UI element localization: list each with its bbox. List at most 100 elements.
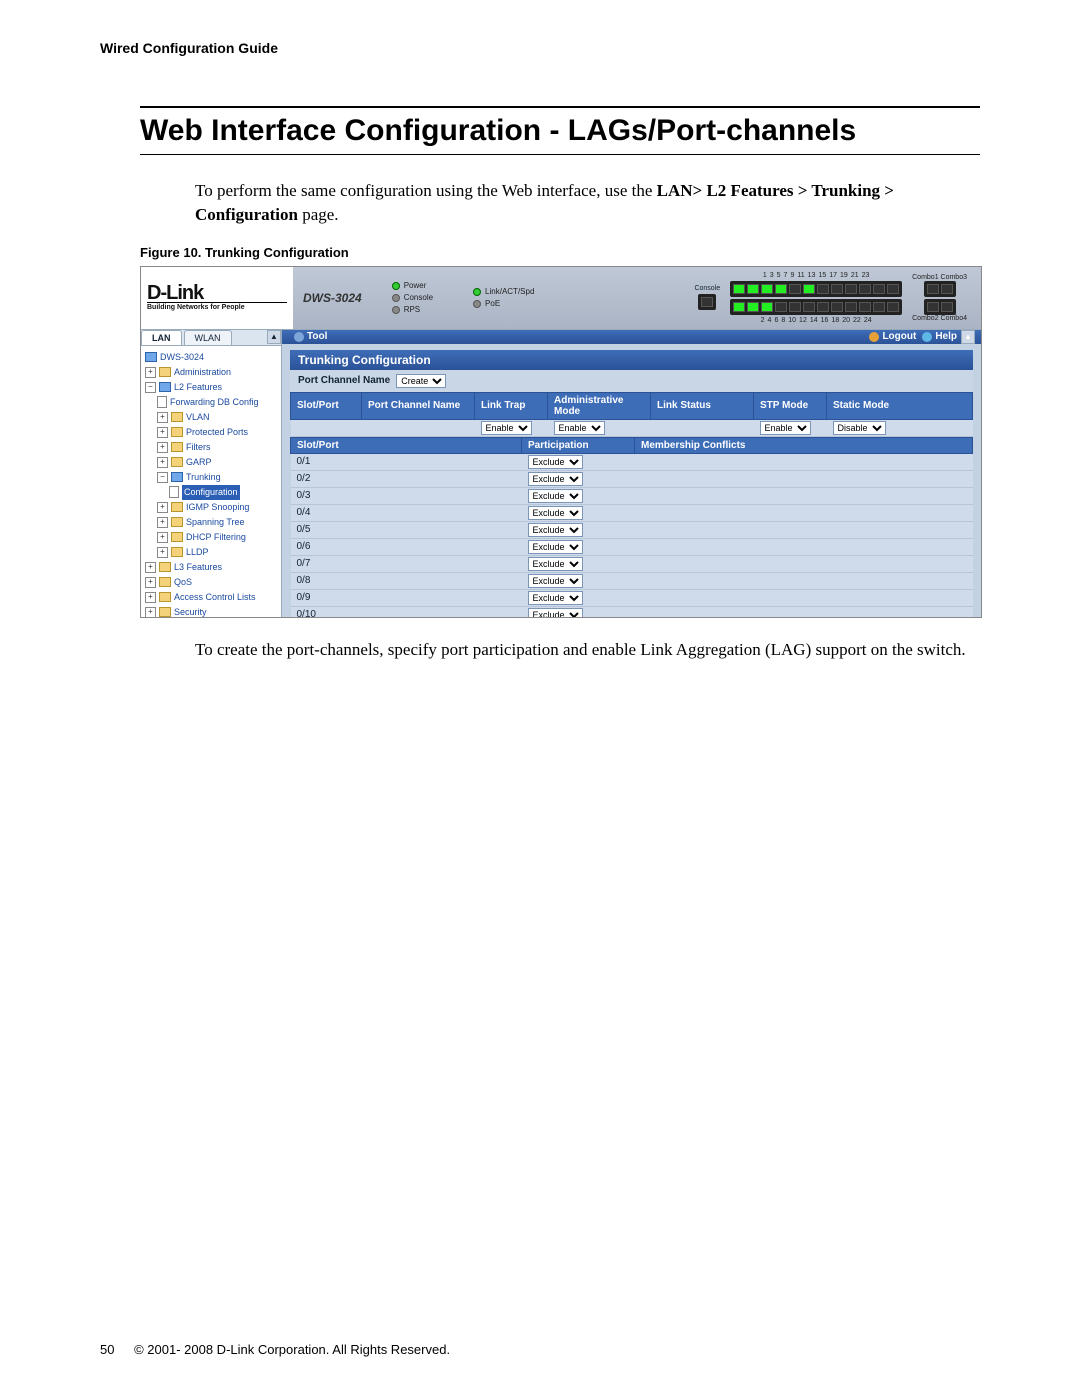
page-footer: 50 © 2001- 2008 D-Link Corporation. All …: [100, 1342, 450, 1357]
scroll-up-icon[interactable]: ▲: [961, 330, 975, 344]
expand-icon[interactable]: +: [145, 367, 156, 378]
eth-port-icon: [817, 302, 829, 312]
admin-mode-select[interactable]: Enable: [554, 421, 605, 435]
cell-membership: [635, 453, 973, 470]
toolbar-logout[interactable]: Logout: [869, 331, 916, 342]
cell-slot: 0/2: [291, 470, 522, 487]
cell-membership: [635, 572, 973, 589]
tree-administration[interactable]: + Administration: [143, 365, 279, 380]
status-leds-2: Link/ACT/Spd PoE: [473, 287, 534, 308]
tab-wlan[interactable]: WLAN: [184, 330, 232, 345]
tree-trunking[interactable]: −Trunking: [143, 470, 279, 485]
expand-icon[interactable]: +: [157, 502, 168, 513]
port-number: 4: [768, 317, 772, 324]
expand-icon[interactable]: +: [157, 427, 168, 438]
combo-port-icon: [941, 302, 953, 312]
participation-select[interactable]: Exclude: [528, 455, 583, 469]
collapse-icon[interactable]: −: [145, 382, 156, 393]
nav-tree: DWS-3024 + Administration −L2 Features Fo…: [141, 346, 281, 618]
expand-icon[interactable]: +: [157, 457, 168, 468]
tree-label: Administration: [174, 365, 231, 380]
tree-trunking-configuration[interactable]: Configuration: [143, 485, 279, 500]
port-number: 24: [864, 317, 872, 324]
combo-top-label: Combo1 Combo3: [912, 274, 967, 281]
th-lstatus: Link Status: [651, 392, 754, 419]
tree-qos[interactable]: +QoS: [143, 575, 279, 590]
folder-icon: [159, 592, 171, 602]
tree-security[interactable]: +Security: [143, 605, 279, 618]
expand-icon[interactable]: +: [145, 607, 156, 618]
participation-select[interactable]: Exclude: [528, 489, 583, 503]
tree-label: Filters: [186, 440, 211, 455]
folder-icon: [171, 472, 183, 482]
toolbar-tool[interactable]: Tool: [294, 331, 327, 342]
eth-port-icon: [887, 284, 899, 294]
tree-filters[interactable]: + Filters: [143, 440, 279, 455]
participation-select[interactable]: Exclude: [528, 608, 583, 618]
eth-port-icon: [733, 302, 745, 312]
logo-tagline: Building Networks for People: [147, 302, 287, 311]
tree-label: Protected Ports: [186, 425, 248, 440]
tab-lan[interactable]: LAN: [141, 330, 182, 345]
expand-icon[interactable]: +: [145, 577, 156, 588]
tree-igmp-snooping[interactable]: +IGMP Snooping: [143, 500, 279, 515]
running-header: Wired Configuration Guide: [100, 40, 980, 56]
expand-icon[interactable]: +: [145, 562, 156, 573]
device-faceplate: DWS-3024 Power Console RPS Link/ACT/Spd …: [293, 267, 981, 329]
tree-label: Forwarding DB Config: [170, 395, 259, 410]
toolbar-help[interactable]: Help: [922, 331, 957, 342]
tree-dhcp-filtering[interactable]: + DHCP Filtering: [143, 530, 279, 545]
tree-root[interactable]: DWS-3024: [143, 350, 279, 365]
static-mode-select[interactable]: Disable: [833, 421, 886, 435]
participation-select[interactable]: Exclude: [528, 506, 583, 520]
scroll-up-icon[interactable]: ▲: [267, 330, 281, 344]
expand-icon[interactable]: +: [157, 532, 168, 543]
tree-acl[interactable]: +Access Control Lists: [143, 590, 279, 605]
cell-slot: 0/9: [291, 589, 522, 606]
port-number: 3: [770, 272, 774, 279]
tree-l2-features[interactable]: −L2 Features: [143, 380, 279, 395]
port-channel-name-select[interactable]: Create: [396, 374, 446, 388]
tree-vlan[interactable]: +VLAN: [143, 410, 279, 425]
tree-label: DWS-3024: [160, 350, 204, 365]
participation-select[interactable]: Exclude: [528, 591, 583, 605]
cell-membership: [635, 589, 973, 606]
expand-icon[interactable]: +: [145, 592, 156, 603]
port-number: 22: [853, 317, 861, 324]
th-pcn: Port Channel Name: [362, 392, 475, 419]
tree-spanning-tree[interactable]: + Spanning Tree: [143, 515, 279, 530]
led-rps-icon: [392, 306, 400, 314]
expand-icon[interactable]: +: [157, 412, 168, 423]
participation-select[interactable]: Exclude: [528, 472, 583, 486]
tree-label: DHCP Filtering: [186, 530, 246, 545]
combo-port-icon: [927, 284, 939, 294]
stp-mode-select[interactable]: Enable: [760, 421, 811, 435]
combo-bot-label: Combo2 Combo4: [912, 315, 967, 322]
participation-select[interactable]: Exclude: [528, 523, 583, 537]
tree-lldp[interactable]: +LLDP: [143, 545, 279, 560]
cell-membership: [635, 470, 973, 487]
screenshot-trunking-config: D-Link Building Networks for People DWS-…: [140, 266, 982, 618]
participation-select[interactable]: Exclude: [528, 574, 583, 588]
participation-select[interactable]: Exclude: [528, 557, 583, 571]
logout-icon: [869, 332, 879, 342]
tree-label: Spanning Tree: [186, 515, 245, 530]
table-row: 0/4Exclude: [291, 504, 973, 521]
tree-protected-ports[interactable]: + Protected Ports: [143, 425, 279, 440]
eth-port-icon: [733, 284, 745, 294]
tree-fdb-config[interactable]: Forwarding DB Config: [143, 395, 279, 410]
tree-garp[interactable]: +GARP: [143, 455, 279, 470]
link-trap-select[interactable]: Enable: [481, 421, 532, 435]
th2-slot: Slot/Port: [291, 437, 522, 453]
expand-icon[interactable]: +: [157, 517, 168, 528]
expand-icon[interactable]: +: [157, 442, 168, 453]
expand-icon[interactable]: +: [157, 547, 168, 558]
participation-select[interactable]: Exclude: [528, 540, 583, 554]
collapse-icon[interactable]: −: [157, 472, 168, 483]
cell-membership: [635, 606, 973, 618]
folder-icon: [171, 427, 183, 437]
table-row: 0/6Exclude: [291, 538, 973, 555]
tree-l3-features[interactable]: +L3 Features: [143, 560, 279, 575]
eth-port-icon: [747, 284, 759, 294]
rule-bottom: [140, 154, 980, 155]
